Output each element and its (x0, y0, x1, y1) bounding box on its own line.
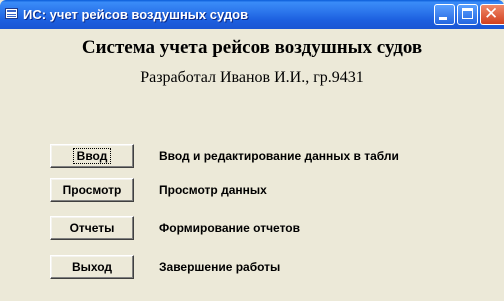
page-title: Система учета рейсов воздушных судов (81, 37, 423, 58)
exit-button-label: Выход (71, 260, 113, 274)
view-button[interactable]: Просмотр (50, 178, 134, 202)
exit-description: Завершение работы (159, 260, 281, 274)
view-description: Просмотр данных (159, 183, 267, 197)
input-description: Ввод и редактирование данных в табли (159, 149, 399, 163)
input-button[interactable]: Ввод (50, 144, 134, 168)
minimize-icon (439, 17, 447, 20)
app-form-icon[interactable] (5, 8, 18, 19)
minimize-button[interactable] (434, 4, 455, 25)
maximize-icon (462, 8, 473, 19)
window-title: ИС: учет рейсов воздушных судов (23, 7, 249, 22)
view-button-label: Просмотр (62, 183, 122, 197)
exit-button[interactable]: Выход (50, 255, 134, 279)
author-subtitle: Разработал Иванов И.И., гр.9431 (140, 69, 364, 86)
reports-description: Формирование отчетов (159, 221, 300, 235)
reports-button-label: Отчеты (69, 221, 115, 235)
reports-button[interactable]: Отчеты (50, 216, 134, 240)
close-button[interactable]: ✕ (480, 4, 504, 25)
title-bar[interactable]: ИС: учет рейсов воздушных судов ✕ (0, 0, 504, 29)
maximize-button[interactable] (457, 4, 478, 25)
main-window: ИС: учет рейсов воздушных судов ✕ Систем… (0, 0, 504, 301)
close-icon: ✕ (484, 4, 499, 24)
input-button-label: Ввод (72, 148, 112, 164)
